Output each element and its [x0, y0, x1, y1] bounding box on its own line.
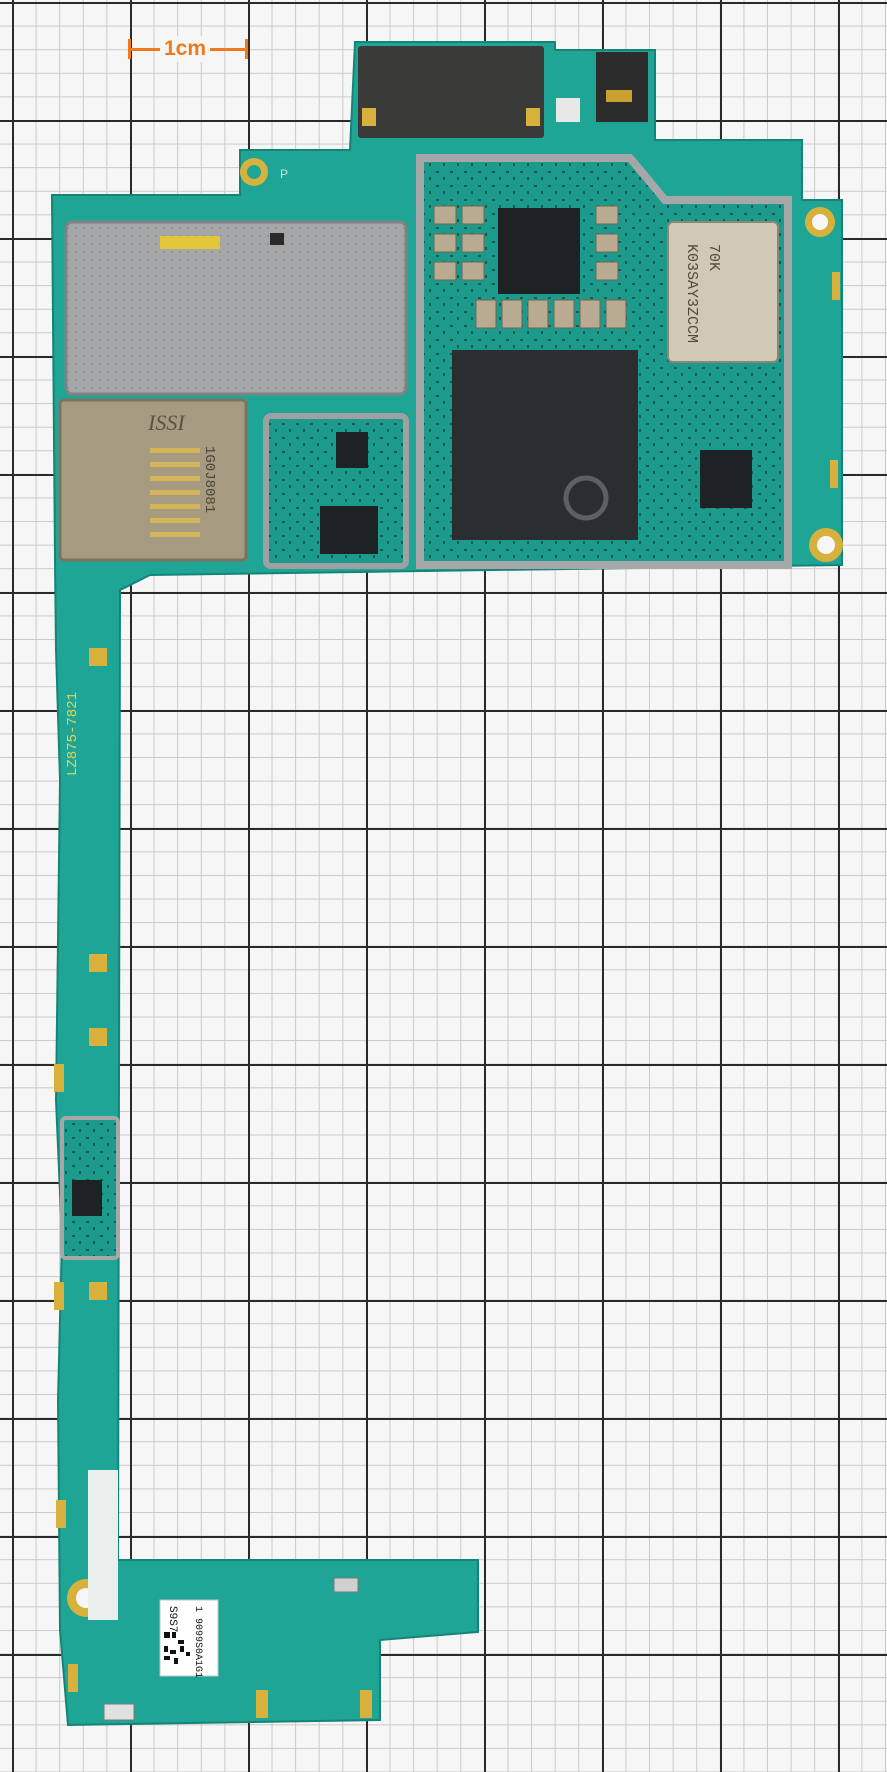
chip-small-b — [320, 506, 378, 554]
test-point-label: P — [280, 167, 288, 181]
camera-connector — [358, 46, 544, 138]
module-sub-text: 70K — [705, 244, 722, 271]
label-serial-text: 1 9099S0A1G1 — [192, 1606, 203, 1678]
board-code-text: LZ875-7821 — [65, 692, 81, 776]
gold-pad — [362, 108, 376, 126]
sensor-component — [596, 52, 648, 122]
label-code-text: S9S7 — [166, 1606, 178, 1632]
gold-strip — [160, 236, 220, 249]
bottom-connector — [103, 1703, 135, 1721]
gold-pad — [526, 108, 540, 126]
chip-top — [498, 208, 580, 294]
shield-clip — [270, 233, 284, 245]
chip-lower — [72, 1180, 102, 1216]
memory-brand-text: ISSI — [147, 410, 186, 435]
small-component — [556, 98, 580, 122]
bottom-switch — [333, 1577, 359, 1593]
shield-can-left — [64, 220, 408, 396]
processor-chip — [452, 350, 638, 540]
chip-small-a — [336, 432, 368, 468]
module-code-text: K03SAY3ZCCM — [683, 244, 700, 343]
circuit-board: ISSI 1G0J8081 K03SAY3ZCCM 70K P LZ875-78… — [51, 41, 843, 1727]
white-flex-strip — [88, 1470, 118, 1620]
sensor-window — [606, 90, 632, 102]
chip-right — [700, 450, 752, 508]
memory-code-text: 1G0J8081 — [201, 446, 217, 513]
